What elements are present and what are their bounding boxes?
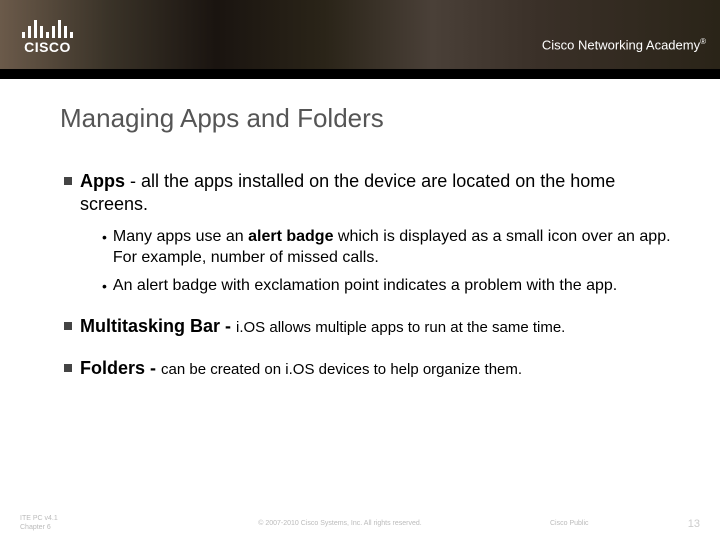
bullet-apps-text: Apps - all the apps installed on the dev… xyxy=(80,170,672,217)
subbullet-exclamation-text: An alert badge with exclamation point in… xyxy=(113,276,617,297)
bullet-dot-icon: • xyxy=(102,229,107,269)
cisco-wordmark: CISCO xyxy=(24,39,71,55)
cisco-logo: CISCO xyxy=(22,18,73,55)
footer-left: ITE PC v4.1 Chapter 6 xyxy=(20,515,130,532)
academy-label: Cisco Networking Academy® xyxy=(542,37,706,52)
bullet-apps: Apps - all the apps installed on the dev… xyxy=(64,170,672,217)
bullet-square-icon xyxy=(64,322,72,330)
slide-footer: ITE PC v4.1 Chapter 6 © 2007-2010 Cisco … xyxy=(0,515,720,532)
bullet-square-icon xyxy=(64,364,72,372)
subbullet-alert-badge: • Many apps use an alert badge which is … xyxy=(102,227,672,269)
bullet-dot-icon: • xyxy=(102,278,107,297)
subbullet-exclamation: • An alert badge with exclamation point … xyxy=(102,276,672,297)
slide-title: Managing Apps and Folders xyxy=(60,103,672,134)
footer-page-number: 13 xyxy=(670,518,700,530)
header-underbar xyxy=(0,72,720,79)
header-banner: CISCO Cisco Networking Academy® xyxy=(0,0,720,72)
bullet-folders: Folders - can be created on i.OS devices… xyxy=(64,357,672,380)
slide-content: Managing Apps and Folders Apps - all the… xyxy=(0,79,720,380)
cisco-bars-icon xyxy=(22,18,73,38)
bullet-multitasking: Multitasking Bar - i.OS allows multiple … xyxy=(64,315,672,338)
bullet-folders-text: Folders - can be created on i.OS devices… xyxy=(80,357,522,380)
footer-copyright: © 2007-2010 Cisco Systems, Inc. All righ… xyxy=(130,520,550,527)
footer-classification: Cisco Public xyxy=(550,520,670,527)
subbullet-alert-badge-text: Many apps use an alert badge which is di… xyxy=(113,227,672,269)
bullet-square-icon xyxy=(64,177,72,185)
bullet-multitasking-text: Multitasking Bar - i.OS allows multiple … xyxy=(80,315,565,338)
